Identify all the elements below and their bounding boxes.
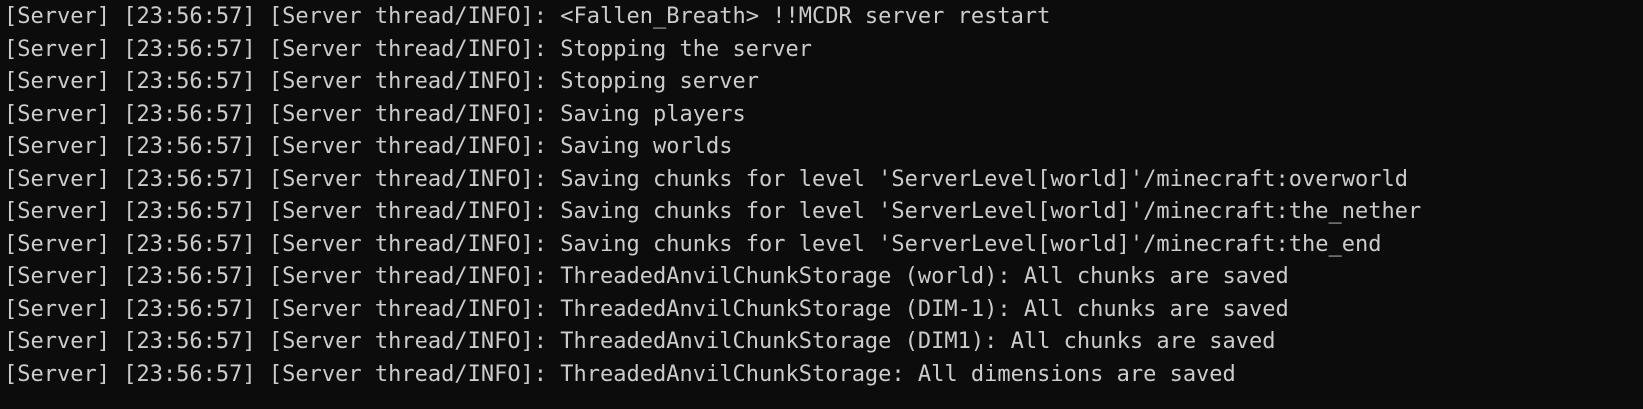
log-line: [Server] [23:56:57] [Server thread/INFO]… — [4, 134, 733, 159]
log-line: [Server] [23:56:57] [Server thread/INFO]… — [4, 101, 746, 127]
log-line: [Server] [23:56:57] [Server thread/INFO]… — [4, 199, 1422, 224]
log-line: [Server] [23:56:57] [Server thread/INFO]… — [4, 264, 1289, 289]
log-line: [Server] [23:56:57] [Server thread/INFO]… — [4, 231, 1382, 257]
terminal-output[interactable]: [Server] [23:56:57] [Server thread/INFO]… — [0, 0, 1643, 409]
log-line: [Server] [23:56:57] [Server thread/INFO]… — [4, 36, 812, 62]
log-line: [Server] [23:56:57] [Server thread/INFO]… — [4, 69, 759, 94]
log-line: [Server] [23:56:57] [Server thread/INFO]… — [4, 296, 1289, 322]
log-line: [Server] [23:56:57] [Server thread/INFO]… — [4, 4, 1051, 29]
log-line: [Server] [23:56:57] [Server thread/INFO]… — [4, 329, 1276, 354]
log-line: [Server] [23:56:57] [Server thread/INFO]… — [4, 166, 1408, 192]
log-line: [Server] [23:56:57] [Server thread/INFO]… — [4, 361, 1236, 387]
